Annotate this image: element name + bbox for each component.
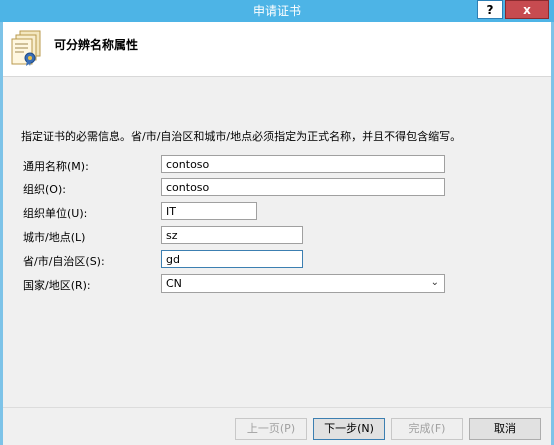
window-title: 申请证书 (252, 4, 301, 18)
common-name-label: 通用名称(M): (23, 160, 89, 173)
prev-button[interactable]: 上一页(P) (235, 418, 307, 440)
wizard-footer: 上一页(P) 下一步(N) 完成(F) 取消 (3, 407, 551, 445)
dialog-client-area: 可分辨名称属性 指定证书的必需信息。省/市/自治区和城市/地点必须指定为正式名称… (3, 22, 551, 445)
cancel-button[interactable]: 取消 (469, 418, 541, 440)
country-select-value: CN (166, 277, 182, 290)
wizard-header: 可分辨名称属性 (3, 22, 551, 77)
org-unit-input[interactable] (161, 202, 257, 220)
common-name-input[interactable] (161, 155, 445, 173)
request-certificate-dialog: 申请证书 ? x 可分辨名称属性 指定证书的必需信息。省/市/自治区和城市/地点… (0, 0, 554, 445)
title-bar: 申请证书 ? x (0, 0, 554, 22)
chevron-down-icon: ⌄ (430, 277, 439, 288)
next-button[interactable]: 下一步(N) (313, 418, 385, 440)
organization-label: 组织(O): (23, 183, 66, 196)
close-button[interactable]: x (505, 0, 549, 19)
country-label: 国家/地区(R): (23, 279, 91, 292)
country-select[interactable]: CN ⌄ (161, 274, 445, 293)
org-unit-label: 组织单位(U): (23, 207, 88, 220)
state-input[interactable] (161, 250, 303, 268)
instruction-text: 指定证书的必需信息。省/市/自治区和城市/地点必须指定为正式名称，并且不得包含缩… (21, 130, 462, 143)
form-body: 指定证书的必需信息。省/市/自治区和城市/地点必须指定为正式名称，并且不得包含缩… (3, 77, 551, 407)
city-label: 城市/地点(L) (23, 231, 86, 244)
state-label: 省/市/自治区(S): (23, 255, 105, 268)
certificate-icon (11, 30, 41, 66)
finish-button[interactable]: 完成(F) (391, 418, 463, 440)
help-button[interactable]: ? (477, 0, 503, 19)
organization-input[interactable] (161, 178, 445, 196)
page-title: 可分辨名称属性 (54, 38, 139, 52)
city-input[interactable] (161, 226, 303, 244)
